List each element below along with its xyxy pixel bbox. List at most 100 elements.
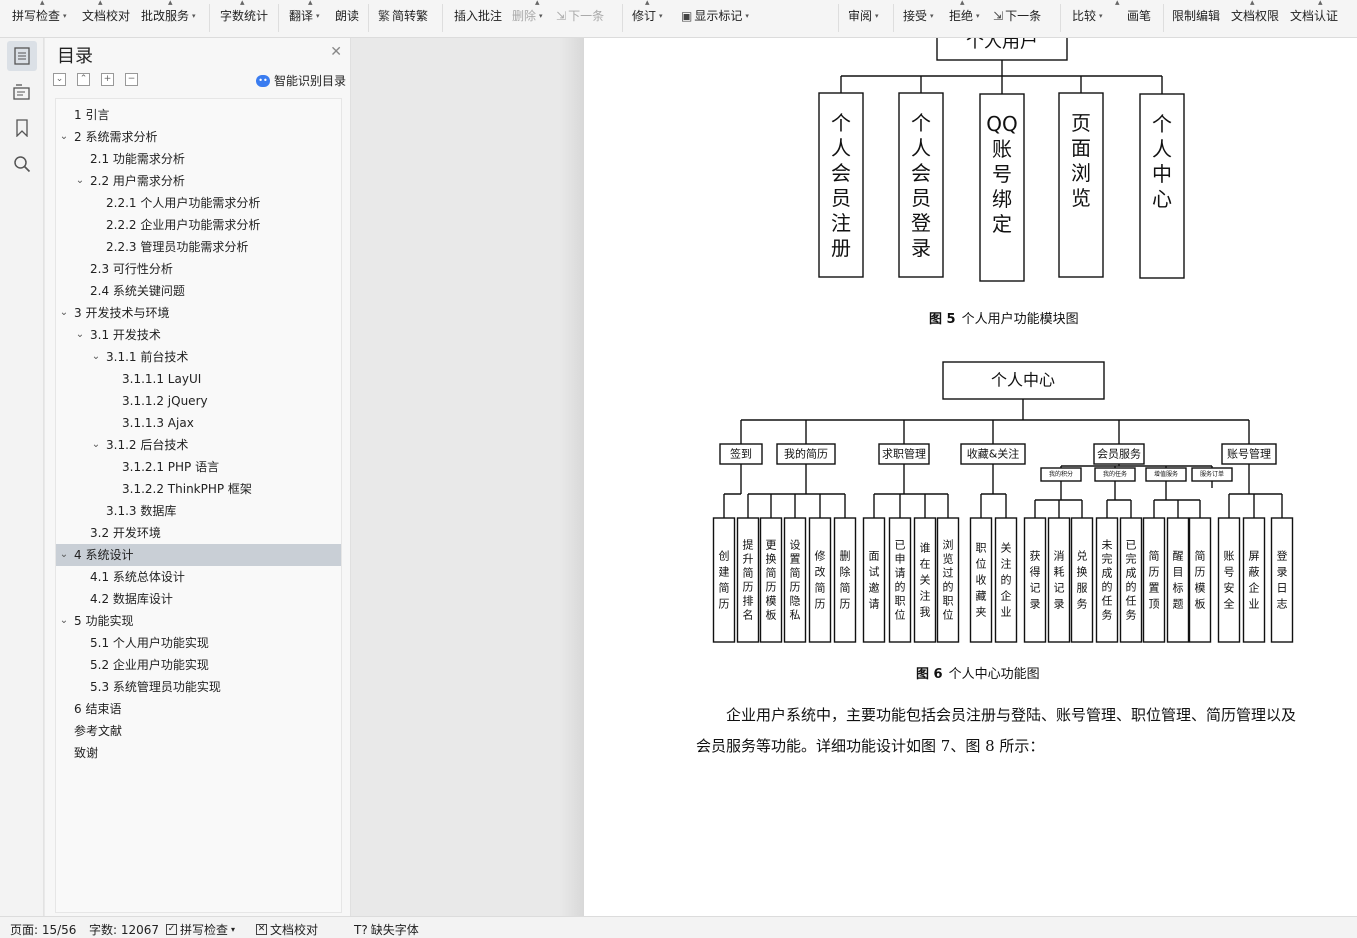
diagram-leaf-label: 记: [1054, 582, 1065, 595]
toc-item[interactable]: 2.3 可行性分析: [56, 258, 341, 280]
outline-rail-button[interactable]: [7, 77, 37, 107]
restrict-edit-button[interactable]: 限制编辑: [1172, 7, 1220, 24]
toc-item[interactable]: 5.1 个人用户功能实现: [56, 632, 341, 654]
chevron-down-icon[interactable]: ⌄: [74, 170, 86, 192]
diagram-leaf-label: 排: [743, 594, 754, 608]
toc-item[interactable]: 4.1 系统总体设计: [56, 566, 341, 588]
toc-item[interactable]: 3.1.1.3 Ajax: [56, 412, 341, 434]
close-icon[interactable]: ✕: [330, 44, 342, 60]
toc-item[interactable]: ⌄ 3 开发技术与环境: [56, 302, 341, 324]
diagram-leaf-label: 成: [1126, 567, 1137, 580]
bookmark-rail-button[interactable]: [7, 113, 37, 143]
delete-comment-button[interactable]: 删除 ▾: [512, 7, 543, 24]
chevron-down-icon[interactable]: ⌄: [58, 302, 70, 324]
diagram-leaf-label: 模: [766, 595, 777, 608]
diagram-leaf-label: 简: [790, 566, 801, 580]
proofread-button[interactable]: 文档校对: [82, 7, 130, 24]
word-count-indicator[interactable]: 字数: 12067: [89, 921, 159, 938]
diagram-leaf-label: 历: [815, 598, 826, 611]
toc-item[interactable]: ⌄ 4 系统设计: [56, 544, 341, 566]
diagram-leaf-node: [1166, 517, 1190, 643]
toc-item[interactable]: 2.2.2 企业用户功能需求分析: [56, 214, 341, 236]
document-page[interactable]: 个人用户个人会员注册个人会员登录 QQ 账号绑定页面浏览个人中心 图 5 个人用户功能…: [584, 38, 1357, 916]
toc-item-label: 3.1.3 数据库: [106, 504, 177, 518]
toc-item[interactable]: 3.1.2.1 PHP 语言: [56, 456, 341, 478]
missing-font-button[interactable]: T? 缺失字体: [354, 921, 419, 938]
expand-up-icon[interactable]: ⌃: [77, 73, 90, 86]
smart-toc-button[interactable]: •• 智能识别目录: [255, 72, 346, 89]
toc-item[interactable]: 3.1.1.2 jQuery: [56, 390, 341, 412]
search-icon: [14, 156, 31, 173]
diagram-root-label: 个人用户: [966, 38, 1038, 53]
doc-certify-button[interactable]: 文档认证: [1290, 7, 1338, 24]
diagram-leaf-label: 企: [1001, 589, 1012, 603]
toc-item[interactable]: ⌄ 5 功能实现: [56, 610, 341, 632]
diagram-leaf-label: 申: [895, 553, 906, 566]
toc-item-label: 3.2 开发环境: [90, 526, 161, 540]
next-comment-button[interactable]: ⇲ 下一条: [556, 7, 604, 24]
doc-permission-button[interactable]: 文档权限: [1231, 7, 1279, 24]
insert-comment-button[interactable]: 插入批注: [454, 7, 502, 24]
toc-item[interactable]: 3.2 开发环境: [56, 522, 341, 544]
toc-item[interactable]: ⌄ 2.2 用户需求分析: [56, 170, 341, 192]
toc-item[interactable]: 参考文献: [56, 720, 341, 742]
toc-item[interactable]: ⌄ 2 系统需求分析: [56, 126, 341, 148]
remove-heading-icon[interactable]: −: [125, 73, 138, 86]
toc-item[interactable]: 3.1.3 数据库: [56, 500, 341, 522]
reject-button[interactable]: 拒绝 ▾: [949, 7, 980, 24]
toc-item[interactable]: 4.2 数据库设计: [56, 588, 341, 610]
word-count-button[interactable]: 字数统计: [220, 7, 268, 24]
chevron-down-icon[interactable]: ⌄: [90, 346, 102, 368]
diagram-leaf-label: 换: [766, 552, 777, 566]
toc-item[interactable]: 3.1.2.2 ThinkPHP 框架: [56, 478, 341, 500]
diagram-child-label: 绑: [992, 187, 1012, 211]
toc-item[interactable]: 5.2 企业用户功能实现: [56, 654, 341, 676]
simp-to-trad-button[interactable]: 繁简转繁: [378, 7, 428, 24]
status-spellcheck-button[interactable]: ✓ 拼写检查 ▾: [166, 921, 235, 938]
page-indicator[interactable]: 页面: 15/56: [10, 921, 76, 938]
search-rail-button[interactable]: [7, 149, 37, 179]
toc-rail-button[interactable]: [7, 41, 37, 71]
chevron-down-icon[interactable]: ⌄: [58, 610, 70, 632]
toc-item[interactable]: 6 结束语: [56, 698, 341, 720]
toc-item[interactable]: 致谢: [56, 742, 341, 764]
diagram-leaf-label: 的: [895, 580, 906, 594]
read-aloud-button[interactable]: 朗读: [335, 7, 359, 24]
chevron-down-icon[interactable]: ⌄: [74, 324, 86, 346]
toc-item[interactable]: ⌄ 3.1.2 后台技术: [56, 434, 341, 456]
diagram-leaf-label: 历: [743, 581, 754, 594]
chevron-down-icon[interactable]: ⌄: [90, 434, 102, 456]
revise-button[interactable]: 修订 ▾: [632, 7, 663, 24]
toc-item[interactable]: 2.2.1 个人用户功能需求分析: [56, 192, 341, 214]
diagram-leaf-label: 简: [743, 566, 754, 580]
correction-service-button[interactable]: 批改服务 ▾: [141, 7, 196, 24]
spellcheck-button[interactable]: 拼写检查 ▾: [12, 7, 67, 24]
pen-button[interactable]: 画笔: [1127, 7, 1151, 24]
chevron-down-icon[interactable]: ⌄: [58, 544, 70, 566]
toc-item[interactable]: 3.1.1.1 LayUI: [56, 368, 341, 390]
diagram-leaf-label: 历: [719, 598, 730, 611]
toc-list: 1 引言 ⌄ 2 系统需求分析 2.1 功能需求分析 ⌄ 2.2 用户需求分析 2.2.1 …: [55, 98, 342, 913]
compare-button[interactable]: 比较 ▾: [1072, 7, 1103, 24]
translate-button[interactable]: 翻译 ▾: [289, 7, 320, 24]
toc-item[interactable]: 5.3 系统管理员功能实现: [56, 676, 341, 698]
toc-item[interactable]: 2.2.3 管理员功能需求分析: [56, 236, 341, 258]
collapse-all-icon[interactable]: ⌄: [53, 73, 66, 86]
status-proofread-button[interactable]: ✕ 文档校对: [256, 921, 318, 938]
show-markup-button[interactable]: ▣ 显示标记 ▾: [681, 7, 749, 24]
toc-item[interactable]: 2.4 系统关键问题: [56, 280, 341, 302]
review-button[interactable]: 审阅 ▾: [848, 7, 879, 24]
next-change-button[interactable]: ⇲ 下一条: [993, 7, 1041, 24]
toc-item-label: 3.1.2 后台技术: [106, 438, 189, 452]
diagram-leaf-label: 藏: [976, 590, 987, 603]
chevron-down-icon[interactable]: ⌄: [58, 126, 70, 148]
diagram-leaf-label: 隐: [790, 595, 801, 608]
toc-item[interactable]: ⌄ 3.1 开发技术: [56, 324, 341, 346]
toc-item[interactable]: 2.1 功能需求分析: [56, 148, 341, 170]
checkbox-icon: ✓: [166, 924, 177, 935]
accept-button[interactable]: 接受 ▾: [903, 7, 934, 24]
toc-item-label: 2.2.3 管理员功能需求分析: [106, 240, 249, 254]
toc-item[interactable]: ⌄ 3.1.1 前台技术: [56, 346, 341, 368]
add-heading-icon[interactable]: +: [101, 73, 114, 86]
toc-item[interactable]: 1 引言: [56, 104, 341, 126]
